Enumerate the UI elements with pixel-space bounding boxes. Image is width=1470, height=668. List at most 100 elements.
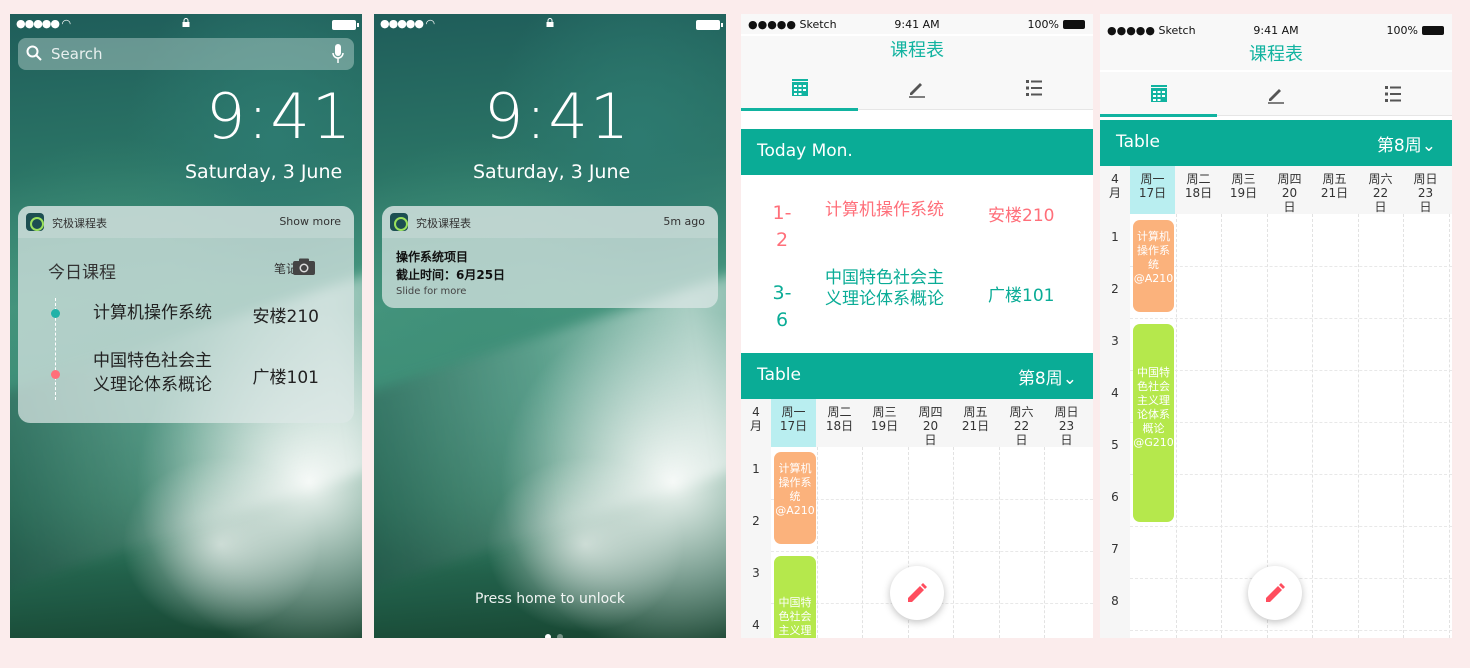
battery-icon <box>1422 26 1444 35</box>
edit-fab-button[interactable] <box>1248 566 1302 620</box>
course-room: 安楼210 <box>988 206 1055 226</box>
table-header: Table 第8周⌄ <box>741 353 1093 399</box>
course-block[interactable]: 中国特 色社会 主义理 论体系 概论 @G210 <box>1133 324 1174 522</box>
course-name: 计算机操作系统 <box>825 200 944 220</box>
page-title: 课程表 <box>741 36 1093 66</box>
signal-icon: ●●●●● ◠ <box>380 17 435 30</box>
widget-course-room: 安楼210 <box>252 307 319 327</box>
edit-fab-button[interactable] <box>890 566 944 620</box>
day-column-header[interactable]: 周五 21日 <box>953 405 998 433</box>
period-number: 3 <box>752 566 760 580</box>
course-block[interactable]: 计算机 操作系 统 @A210 <box>774 452 816 544</box>
day-column-header[interactable]: 周四 20 日 <box>908 405 953 447</box>
status-bar: ●●●●● Sketch 9:41 AM 100% <box>1100 14 1452 40</box>
date-unit: 日 <box>1060 433 1073 447</box>
grid-line <box>1130 526 1452 527</box>
block-line: 中国特 <box>778 596 812 609</box>
tab-list[interactable] <box>976 66 1093 110</box>
day-column-header[interactable]: 周六 22 日 <box>999 405 1044 447</box>
widget-course-name: 中国特色社会主 义理论体系概论 <box>93 349 212 397</box>
day-column-header[interactable]: 周六 22 日 <box>1358 172 1403 214</box>
timeline-dot <box>51 370 60 379</box>
page-dot <box>557 634 563 638</box>
camera-icon[interactable] <box>292 258 316 276</box>
course-name-line: 中国特色社会主 <box>825 268 944 288</box>
timeline-dot <box>51 309 60 318</box>
weekday-label: 周四 <box>1277 172 1302 186</box>
weekday-label: 周二 <box>827 405 852 419</box>
pencil-icon <box>1266 583 1285 602</box>
tab-edit[interactable] <box>1217 72 1334 116</box>
grid-line <box>1449 214 1450 638</box>
week-selector[interactable]: 第8周⌄ <box>1018 364 1077 389</box>
app-today-screen: ●●●●● Sketch 9:41 AM 100% 课程表 Today Mon.… <box>741 14 1093 638</box>
period-start: 1- <box>772 202 792 224</box>
date-label: 17日 <box>779 419 808 433</box>
weekday-label: 周日 <box>1054 405 1079 419</box>
grid-line <box>771 499 1093 500</box>
course-block[interactable]: 计算机 操作系 统 @A210 <box>1133 220 1174 312</box>
day-column-header[interactable]: 周三 19日 <box>1221 172 1266 200</box>
day-column-header[interactable]: 周一 17日 <box>771 399 816 447</box>
grid-line <box>1130 422 1452 423</box>
day-column-header[interactable]: 周五 21日 <box>1312 172 1357 200</box>
day-column-header[interactable]: 周日 23 日 <box>1403 172 1448 214</box>
course-period: 1- 2 <box>771 200 793 254</box>
status-bar: ●●●●● ◠ <box>16 16 359 34</box>
microphone-icon[interactable] <box>332 44 344 64</box>
tab-list[interactable] <box>1335 72 1452 116</box>
period-number: 7 <box>1111 542 1119 556</box>
tab-calendar[interactable] <box>741 66 859 111</box>
date-unit: 日 <box>924 433 937 447</box>
app-icon <box>26 213 44 231</box>
block-line: 主义理 <box>778 624 812 637</box>
show-more-button[interactable]: Show more <box>279 215 341 228</box>
weekday-label: 周日 <box>1413 172 1438 186</box>
battery-icon <box>1063 20 1085 29</box>
month-unit: 月 <box>749 419 762 433</box>
grid-line <box>1176 214 1177 638</box>
table-label: Table <box>1116 132 1160 152</box>
day-column-header[interactable]: 周三 19日 <box>862 405 907 433</box>
month-label: 4 月 <box>1100 172 1130 200</box>
grid-line <box>1130 370 1452 371</box>
date-label: 19日 <box>1229 186 1258 200</box>
day-column-header[interactable]: 周四 20 日 <box>1267 172 1312 214</box>
lock-date: Saturday, 3 June <box>473 161 631 183</box>
week-selector[interactable]: 第8周⌄ <box>1377 131 1436 156</box>
course-widget[interactable]: 究极课程表 Show more 今日课程 笔记 计算机操作系统 安楼210 中国… <box>18 206 354 423</box>
search-placeholder: Search <box>51 45 103 63</box>
day-column-header[interactable]: 周二 18日 <box>1176 172 1221 200</box>
course-period: 3- 6 <box>771 280 793 334</box>
calendar-icon <box>1150 85 1167 102</box>
today-header: Today Mon. <box>741 129 1093 175</box>
lockscreen-notification-screen: ●●●●● ◠ 9:41 Saturday, 3 June 究极课程表 5m a… <box>374 14 726 638</box>
search-input[interactable]: Search <box>18 38 354 70</box>
tab-calendar[interactable] <box>1100 72 1218 117</box>
weekday-label: 周五 <box>963 405 988 419</box>
grid-line <box>862 447 863 638</box>
period-number: 5 <box>1111 438 1119 452</box>
month-number: 4 <box>752 405 760 419</box>
course-block[interactable]: 中国特 色社会 主义理 <box>774 556 816 638</box>
course-room: 广楼101 <box>988 286 1055 306</box>
day-column-header[interactable]: 周二 18日 <box>817 405 862 433</box>
notification-app-name: 究极课程表 <box>416 217 471 230</box>
today-course-row[interactable]: 3- 6 中国特色社会主 义理论体系概论 广楼101 <box>741 268 1093 350</box>
day-column-header[interactable]: 周日 23 日 <box>1044 405 1089 447</box>
day-column-header[interactable]: 周一 17日 <box>1130 166 1175 214</box>
page-dot <box>545 634 551 638</box>
notification-card[interactable]: 究极课程表 5m ago 操作系统项目 截止时间：6月25日 Slide for… <box>382 206 718 308</box>
grid-line <box>953 447 954 638</box>
grid-line <box>1221 214 1222 638</box>
block-line: 统 <box>1148 258 1159 271</box>
today-course-row[interactable]: 1- 2 计算机操作系统 安楼210 <box>741 200 1093 270</box>
weekday-label: 周五 <box>1322 172 1347 186</box>
period-number: 1 <box>1111 230 1119 244</box>
status-bar: ●●●●● Sketch 9:41 AM 100% <box>741 14 1093 34</box>
block-line: 色社会 <box>778 610 812 623</box>
tab-edit[interactable] <box>858 66 975 110</box>
status-bar: ●●●●● ◠ <box>380 16 723 34</box>
battery-icon <box>332 20 359 30</box>
grid-line <box>1403 214 1404 638</box>
